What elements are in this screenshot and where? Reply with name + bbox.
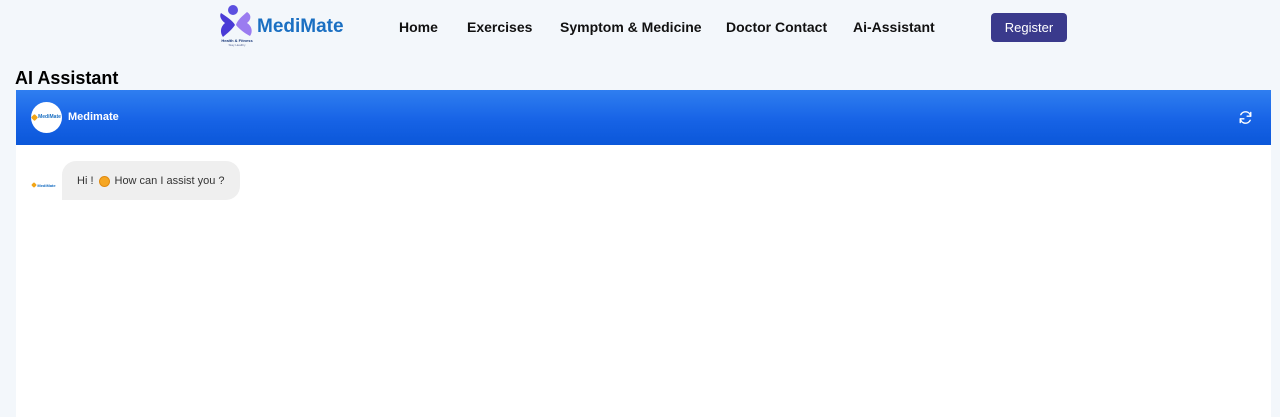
medimate-logo-icon: Health & Fitness Stay Healthy <box>217 3 257 49</box>
message-text-end: How can I assist you ? <box>114 174 225 187</box>
brand-tagline-sub: Stay Healthy <box>228 43 246 47</box>
chat-header: MediMate Medimate <box>16 90 1271 145</box>
nav-doctor-contact[interactable]: Doctor Contact <box>726 19 827 35</box>
brand-name: MediMate <box>257 16 344 37</box>
brand-logo[interactable]: Health & Fitness Stay Healthy MediMate <box>217 3 347 49</box>
message-avatar-text: MediMate <box>37 182 56 188</box>
page-title: AI Assistant <box>15 68 119 88</box>
register-button[interactable]: Register <box>991 13 1067 42</box>
refresh-icon[interactable] <box>1237 109 1254 126</box>
chat-message: MediMate Hi ! How can I assist you ? <box>16 161 416 201</box>
chat-widget: MediMate Medimate MediMate Hi ! How can … <box>16 90 1271 417</box>
avatar-logo-text: MediMate <box>38 114 61 120</box>
bot-name: Medimate <box>68 111 119 123</box>
medimate-logo-icon: MediMate <box>31 113 61 122</box>
hugging-face-icon <box>98 176 110 187</box>
message-avatar: MediMate <box>31 180 57 190</box>
nav-exercises[interactable]: Exercises <box>467 19 532 35</box>
medimate-logo-icon: MediMate <box>31 182 56 188</box>
top-navbar: Health & Fitness Stay Healthy MediMate H… <box>0 0 1280 56</box>
bot-avatar: MediMate <box>31 102 62 133</box>
nav-symptom-medicine[interactable]: Symptom & Medicine <box>560 19 702 35</box>
message-text-start: Hi ! <box>77 174 94 187</box>
message-bubble: Hi ! How can I assist you ? <box>62 161 240 200</box>
nav-home[interactable]: Home <box>399 19 438 35</box>
nav-ai-assistant[interactable]: Ai-Assistant <box>853 19 935 35</box>
